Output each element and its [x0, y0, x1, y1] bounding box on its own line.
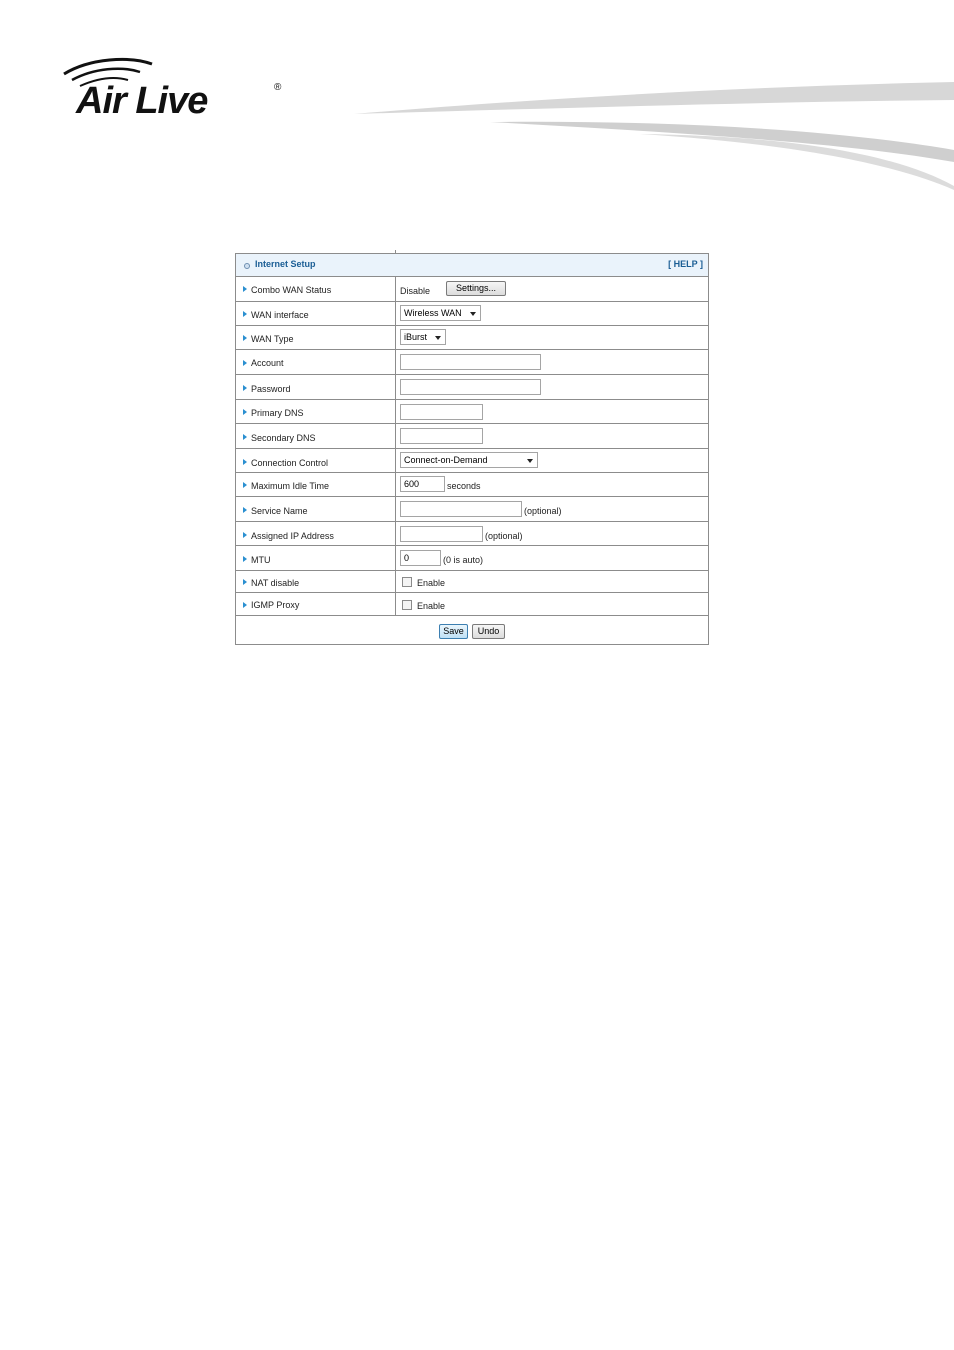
service-name-input[interactable]: [400, 501, 522, 517]
label-nat-disable: NAT disable: [251, 578, 300, 588]
row-max-idle-time: Maximum Idle Time seconds: [236, 473, 708, 497]
combo-wan-status-value: Disable: [400, 286, 431, 296]
row-nat-disable: NAT disable Enable: [236, 571, 708, 593]
settings-button[interactable]: Settings...: [446, 281, 506, 296]
registered-mark: ®: [274, 82, 282, 93]
wan-interface-select[interactable]: Wireless WAN: [400, 305, 481, 321]
wan-type-select[interactable]: iBurst: [400, 329, 446, 345]
label-service-name: Service Name: [251, 506, 308, 516]
mtu-hint: (0 is auto): [443, 555, 484, 565]
row-arrow-icon: [243, 556, 247, 562]
connection-control-select[interactable]: Connect-on-Demand: [400, 452, 538, 468]
panel-header: Internet Setup [ HELP ]: [236, 254, 708, 277]
label-igmp-proxy: IGMP Proxy: [251, 600, 300, 610]
label-connection-control: Connection Control: [251, 458, 329, 468]
row-arrow-icon: [243, 335, 247, 341]
max-idle-time-input[interactable]: [400, 476, 445, 492]
assigned-ip-input[interactable]: [400, 526, 483, 542]
internet-setup-panel: Internet Setup [ HELP ] Combo WAN Status…: [235, 250, 709, 645]
account-input[interactable]: [400, 354, 541, 370]
label-combo-wan-status: Combo WAN Status: [251, 285, 332, 295]
dropdown-caret-icon: [435, 336, 441, 340]
row-arrow-icon: [243, 360, 247, 366]
password-input[interactable]: [400, 379, 541, 395]
row-arrow-icon: [243, 579, 247, 585]
row-arrow-icon: [243, 385, 247, 391]
label-mtu: MTU: [251, 555, 271, 565]
undo-button[interactable]: Undo: [472, 624, 505, 639]
row-wan-interface: WAN interface Wireless WAN: [236, 302, 708, 326]
help-link[interactable]: [ HELP ]: [668, 259, 703, 269]
label-account: Account: [251, 358, 284, 368]
row-arrow-icon: [243, 459, 247, 465]
assigned-ip-hint: (optional): [485, 531, 523, 541]
label-assigned-ip: Assigned IP Address: [251, 531, 334, 541]
igmp-proxy-checkbox-label: Enable: [417, 601, 446, 611]
nat-disable-checkbox[interactable]: [402, 577, 412, 587]
row-password: Password: [236, 375, 708, 400]
label-secondary-dns: Secondary DNS: [251, 433, 316, 443]
row-service-name: Service Name (optional): [236, 497, 708, 522]
panel-title: Internet Setup: [255, 259, 316, 269]
nat-disable-checkbox-label: Enable: [417, 578, 446, 588]
label-max-idle-time: Maximum Idle Time: [251, 481, 330, 491]
dropdown-caret-icon: [470, 312, 476, 316]
row-arrow-icon: [243, 286, 247, 292]
row-connection-control: Connection Control Connect-on-Demand: [236, 449, 708, 473]
header-bullet-icon: [244, 263, 250, 269]
primary-dns-input[interactable]: [400, 404, 483, 420]
row-arrow-icon: [243, 602, 247, 608]
label-wan-type: WAN Type: [251, 334, 294, 344]
row-primary-dns: Primary DNS: [236, 400, 708, 424]
save-button[interactable]: Save: [439, 624, 468, 639]
mtu-input[interactable]: [400, 550, 441, 566]
label-wan-interface: WAN interface: [251, 310, 309, 320]
airlive-logo: Air Live ®: [60, 56, 290, 126]
header-decoration: [354, 82, 954, 190]
row-arrow-icon: [243, 434, 247, 440]
row-arrow-icon: [243, 482, 247, 488]
max-idle-time-unit: seconds: [447, 481, 481, 491]
row-arrow-icon: [243, 507, 247, 513]
row-secondary-dns: Secondary DNS: [236, 424, 708, 449]
service-name-hint: (optional): [524, 506, 562, 516]
row-assigned-ip: Assigned IP Address (optional): [236, 522, 708, 546]
row-arrow-icon: [243, 311, 247, 317]
row-igmp-proxy: IGMP Proxy Enable: [236, 593, 708, 616]
row-arrow-icon: [243, 532, 247, 538]
label-primary-dns: Primary DNS: [251, 408, 304, 418]
row-wan-type: WAN Type iBurst: [236, 326, 708, 350]
dropdown-caret-icon: [527, 459, 533, 463]
label-password: Password: [251, 384, 291, 394]
actions-row: Save Undo: [236, 616, 708, 644]
row-combo-wan-status: Combo WAN Status Disable Settings...: [236, 277, 708, 302]
row-mtu: MTU (0 is auto): [236, 546, 708, 571]
row-arrow-icon: [243, 409, 247, 415]
igmp-proxy-checkbox[interactable]: [402, 600, 412, 610]
row-account: Account: [236, 350, 708, 375]
logo-text: Air Live: [76, 80, 208, 122]
secondary-dns-input[interactable]: [400, 428, 483, 444]
